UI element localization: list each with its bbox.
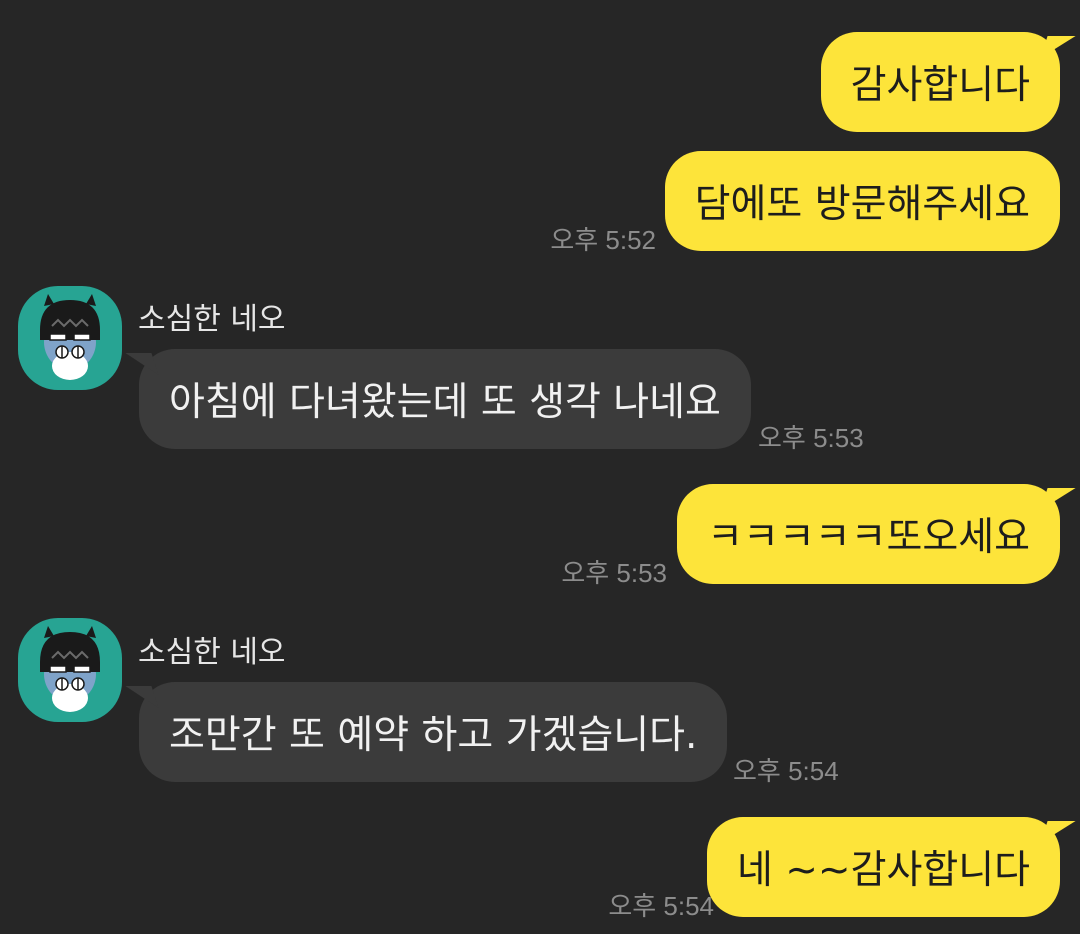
message-text: 네 ~~감사합니다 [736,848,1030,893]
message-bubble-mine[interactable]: 담에또 방문해주세요 [664,151,1060,251]
message-timestamp: 오후 5:54 [608,891,714,921]
message-bubble-mine[interactable]: 감사합니다 [820,32,1060,132]
message-text: 아침에 다녀왔는데 또 생각 나네요 [169,380,721,425]
message-text: 조만간 또 예약 하고 가겠습니다. [169,713,698,758]
message-bubble-theirs[interactable]: 조만간 또 예약 하고 가겠습니다. [139,682,728,782]
sender-name: 소심한 네오 [138,302,286,337]
message-timestamp: 오후 5:52 [550,225,656,255]
message-text: ㅋㅋㅋㅋㅋ또오세요 [707,515,1030,560]
message-timestamp: 오후 5:54 [733,756,839,786]
message-timestamp: 오후 5:53 [561,558,667,588]
message-timestamp: 오후 5:53 [758,423,864,453]
message-text: 담에또 방문해주세요 [694,182,1030,227]
neo-avatar-icon[interactable] [18,618,122,722]
message-bubble-theirs[interactable]: 아침에 다녀왔는데 또 생각 나네요 [139,349,751,449]
message-text: 감사합니다 [850,63,1030,108]
sender-name: 소심한 네오 [138,635,286,670]
message-bubble-mine[interactable]: ㅋㅋㅋㅋㅋ또오세요 [677,484,1060,584]
neo-avatar-icon[interactable] [18,286,122,390]
message-bubble-mine[interactable]: 네 ~~감사합니다 [706,817,1060,917]
